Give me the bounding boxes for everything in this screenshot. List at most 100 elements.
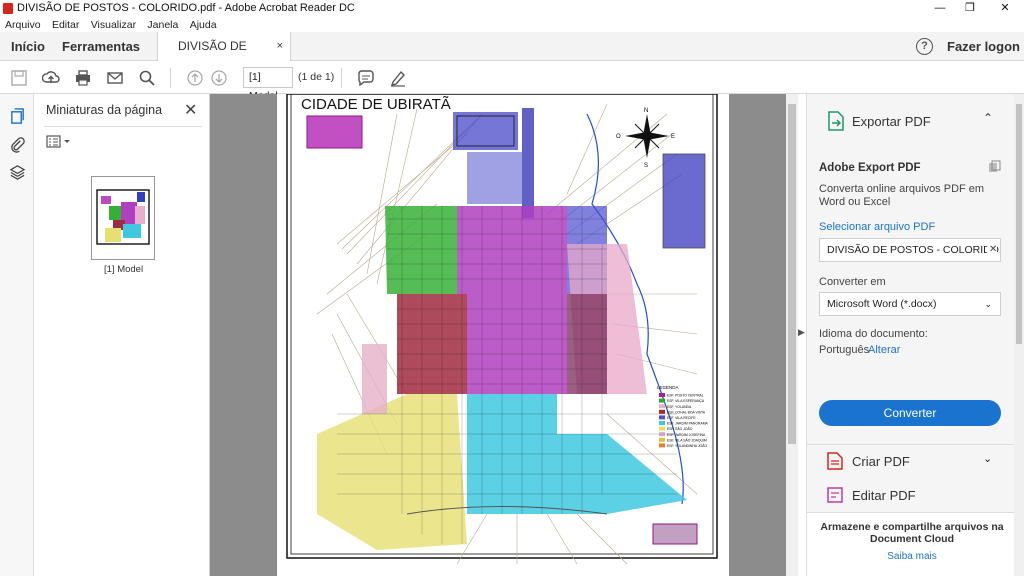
create-pdf-label: Criar PDF xyxy=(852,454,910,469)
legend-swatch xyxy=(659,432,665,437)
compass-east: E xyxy=(671,134,675,140)
document-cloud-promo: Armazene e compartilhe arquivos na Docum… xyxy=(807,512,1017,576)
convert-format-value: Microsoft Word (*.docx) xyxy=(827,298,937,310)
legend-title: LEGENDA xyxy=(657,385,679,390)
compass-west: O xyxy=(616,134,621,140)
search-icon[interactable] xyxy=(136,67,158,89)
menu-janela[interactable]: Janela xyxy=(147,18,178,33)
legend-swatch xyxy=(659,443,665,448)
thumbnails-panel: Miniaturas da página ✕ [1] Model xyxy=(34,94,210,576)
attachments-icon[interactable] xyxy=(7,134,27,154)
legend-label: ESF. SÃO JOÃO xyxy=(667,426,693,431)
legend-swatch xyxy=(659,404,665,409)
login-button[interactable]: Fazer logon xyxy=(947,32,1020,61)
edit-pdf-icon xyxy=(827,486,843,507)
menu-bar: Arquivo Editar Visualizar Janela Ajuda xyxy=(0,17,1024,32)
window-title: DIVISÃO DE POSTOS - COLORIDO.pdf - Adobe… xyxy=(17,2,355,14)
create-pdf-icon xyxy=(827,452,843,473)
legend-swatch xyxy=(659,426,665,431)
chevron-up-icon[interactable]: ⌃ xyxy=(983,111,993,125)
menu-arquivo[interactable]: Arquivo xyxy=(5,18,41,33)
left-navigation-rail xyxy=(0,94,34,576)
legend-swatch xyxy=(659,393,665,397)
tools-panel-scrollbar-thumb[interactable] xyxy=(1016,104,1022,344)
help-icon[interactable]: ? xyxy=(916,38,933,55)
legend-swatch xyxy=(659,415,665,420)
select-file-link[interactable]: Selecionar arquivo PDF xyxy=(819,221,935,233)
convert-format-select[interactable]: Microsoft Word (*.docx) ⌄ xyxy=(819,292,1001,316)
thumbnails-panel-title: Miniaturas da página xyxy=(46,103,163,117)
page-thumbnail-image xyxy=(96,189,150,245)
sign-pen-icon[interactable] xyxy=(387,67,409,89)
export-pdf-label: Exportar PDF xyxy=(852,114,931,129)
tab-close-button[interactable]: × xyxy=(277,32,283,61)
map-legend: LEGENDA ESF. POSTO CENTRALESF. VILA ESPE… xyxy=(657,385,709,448)
page-count: (1 de 1) xyxy=(298,71,335,83)
tab-home[interactable]: Início xyxy=(11,32,45,61)
layers-icon[interactable] xyxy=(7,162,27,182)
legend-label: ESF. POSTO CENTRAL xyxy=(667,394,704,398)
email-icon[interactable] xyxy=(104,67,126,89)
tools-panel-scrollbar[interactable] xyxy=(1014,94,1024,576)
minimize-button[interactable]: — xyxy=(923,0,957,17)
close-panel-icon[interactable]: ✕ xyxy=(184,100,197,120)
tab-document[interactable]: DIVISÃO DE POST... × xyxy=(157,32,291,82)
legend-label: ESF. VILA RECIFE xyxy=(667,416,696,420)
collapse-right-panel-icon[interactable]: ▶ xyxy=(798,327,806,341)
menu-ajuda[interactable]: Ajuda xyxy=(190,18,217,33)
menu-editar[interactable]: Editar xyxy=(52,18,79,33)
panel-divider xyxy=(44,126,202,127)
document-scrollbar[interactable] xyxy=(786,94,798,576)
tab-bar: Início Ferramentas DIVISÃO DE POST... × … xyxy=(0,32,1024,82)
convert-button[interactable]: Converter xyxy=(819,400,1001,426)
change-language-link[interactable]: Alterar xyxy=(868,344,900,356)
next-page-icon[interactable] xyxy=(208,67,230,89)
chevron-down-icon: ⌄ xyxy=(984,299,992,309)
selected-file-field[interactable]: DIVISÃO DE POSTOS - COLORIDO.pdf xyxy=(819,238,1001,262)
pdf-page: CIDADE DE UBIRATÃ N S E O LEGENDA ESF. P… xyxy=(277,94,729,576)
tab-tools[interactable]: Ferramentas xyxy=(62,32,140,61)
edit-pdf-item[interactable]: Editar PDF xyxy=(819,480,1009,510)
legend-label: ESF. COHAL BOA VISTA xyxy=(667,410,706,414)
document-scrollbar-thumb[interactable] xyxy=(788,104,796,444)
page-thumbnail[interactable] xyxy=(91,176,155,260)
legend-swatch xyxy=(659,398,665,403)
toolbar: [1] Model (1 de 1) xyxy=(0,61,1024,102)
page-number-input[interactable]: [1] Model xyxy=(243,67,293,102)
clear-file-icon[interactable]: ✕ xyxy=(987,244,998,255)
compass-south: S xyxy=(644,163,648,169)
adobe-export-description: Converta online arquivos PDF em xyxy=(819,183,985,195)
panel-divider xyxy=(807,444,1017,445)
restore-button[interactable]: ❐ xyxy=(953,0,987,17)
export-pdf-header[interactable]: Exportar PDF ⌃ xyxy=(807,94,1017,146)
legend-label: ESF. JARDIM JOSEFINA xyxy=(667,433,706,437)
previous-page-icon[interactable] xyxy=(184,67,206,89)
promo-text-2: Document Cloud xyxy=(870,533,954,545)
document-language-value: Português xyxy=(819,344,870,356)
copy-icon[interactable] xyxy=(988,160,1001,176)
adobe-export-title: Adobe Export PDF xyxy=(819,162,921,174)
comment-icon[interactable] xyxy=(355,67,377,89)
legend-label: ESF. VILA SÃO JOAQUIM xyxy=(667,437,707,442)
upload-cloud-icon[interactable] xyxy=(40,67,62,89)
create-pdf-item[interactable]: Criar PDF ⌄ xyxy=(819,446,1009,476)
close-window-button[interactable]: ✕ xyxy=(988,0,1022,17)
learn-more-link[interactable]: Saiba mais xyxy=(807,551,1017,562)
legend-label: ESF. YOLANDA xyxy=(667,405,692,409)
thumbnail-options-icon[interactable] xyxy=(46,134,72,150)
toolbar-divider xyxy=(341,68,342,88)
legend-label: ESF. JARDIM PANORAMA xyxy=(667,422,709,426)
compass-north: N xyxy=(644,108,648,114)
save-icon[interactable] xyxy=(8,67,30,89)
toolbar-divider xyxy=(170,68,171,88)
selected-file-name: DIVISÃO DE POSTOS - COLORIDO.pdf xyxy=(827,244,1001,256)
title-bar: DIVISÃO DE POSTOS - COLORIDO.pdf - Adobe… xyxy=(0,0,1024,17)
page-thumbnails-icon[interactable] xyxy=(7,106,27,126)
legend-swatch xyxy=(659,409,665,414)
print-icon[interactable] xyxy=(72,67,94,89)
legend-swatch xyxy=(659,437,665,442)
menu-visualizar[interactable]: Visualizar xyxy=(91,18,136,33)
convert-to-label: Converter em xyxy=(819,276,886,288)
document-view[interactable]: CIDADE DE UBIRATÃ N S E O LEGENDA ESF. P… xyxy=(210,94,796,576)
chevron-down-icon[interactable]: ⌄ xyxy=(983,452,992,465)
